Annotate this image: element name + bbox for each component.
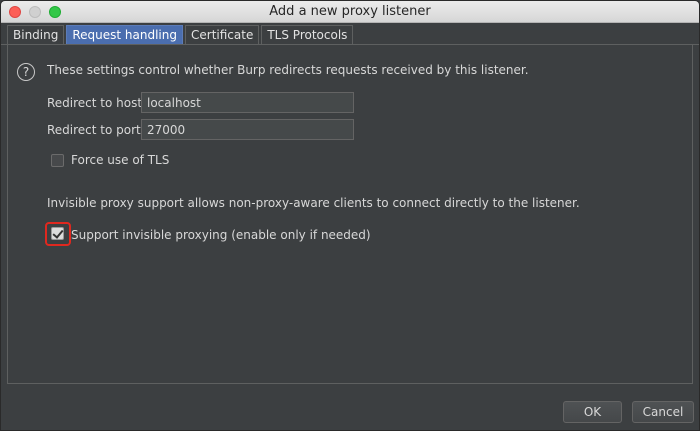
tab-request-handling[interactable]: Request handling [66, 25, 183, 44]
title-bar: Add a new proxy listener [1, 1, 699, 23]
proxy-listener-dialog: Add a new proxy listener Binding Request… [0, 0, 700, 431]
invisible-proxying-checkbox[interactable] [51, 227, 64, 240]
window-title: Add a new proxy listener [269, 4, 431, 19]
tab-tls-protocols[interactable]: TLS Protocols [261, 25, 354, 44]
redirect-port-input[interactable] [141, 119, 354, 140]
tab-certificate[interactable]: Certificate [185, 25, 260, 44]
force-tls-label: Force use of TLS [71, 153, 170, 167]
tab-binding[interactable]: Binding [7, 25, 65, 44]
ok-button[interactable]: OK [563, 401, 622, 423]
force-tls-checkbox[interactable] [51, 154, 64, 167]
tab-bar: Binding Request handling Certificate TLS… [7, 25, 355, 44]
invisible-proxying-label: Support invisible proxying (enable only … [71, 228, 371, 242]
checkmark-icon [52, 227, 64, 239]
redirect-host-input[interactable] [141, 92, 354, 113]
invisible-proxy-info: Invisible proxy support allows non-proxy… [47, 196, 580, 210]
help-icon: ? [17, 63, 35, 81]
redirect-host-label: Redirect to host: [47, 96, 147, 110]
redirect-port-label: Redirect to port: [47, 123, 145, 137]
cancel-button[interactable]: Cancel [632, 401, 694, 423]
help-text: These settings control whether Burp redi… [47, 63, 529, 77]
